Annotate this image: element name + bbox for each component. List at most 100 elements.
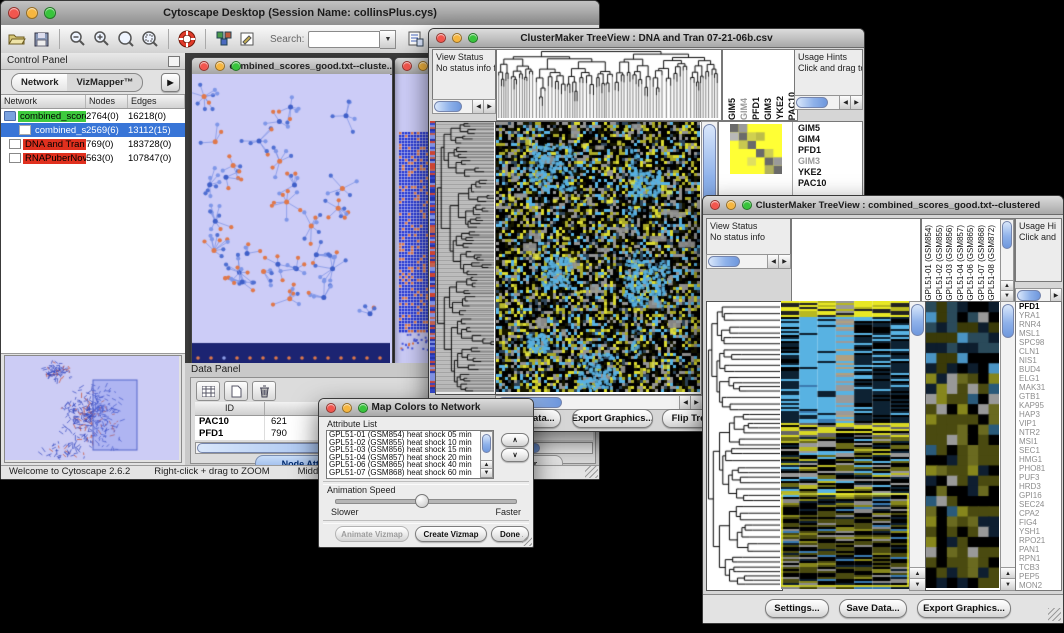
row-dendrogram-panel[interactable] bbox=[706, 301, 783, 591]
column-label[interactable]: GIM3 bbox=[763, 98, 774, 120]
minimize-icon[interactable] bbox=[26, 7, 38, 19]
heatmap-panel[interactable] bbox=[781, 301, 909, 589]
network1-titlebar[interactable]: combined_scores_good.txt--cluste... bbox=[192, 58, 392, 75]
attribute-item[interactable]: GPL51-07 (GSM868) heat shock 60 min bbox=[327, 469, 493, 477]
scroll-right-icon[interactable]: ▶ bbox=[850, 96, 862, 109]
column-label[interactable]: GPL51-02 (GSM855) bbox=[935, 225, 946, 301]
select-attributes-icon[interactable] bbox=[196, 381, 220, 401]
treeview2-titlebar[interactable]: ClusterMaker TreeView : combined_scores_… bbox=[703, 196, 1063, 215]
column-label[interactable]: GPL51-01 (GSM854) bbox=[924, 225, 935, 301]
new-attribute-icon[interactable] bbox=[224, 381, 248, 401]
minimize-icon[interactable] bbox=[418, 61, 428, 71]
heatmap-vscrollbar[interactable]: ▲ ▼ bbox=[909, 301, 926, 591]
column-label[interactable]: GPL51-06 (GSM865) bbox=[966, 225, 977, 301]
column-label[interactable]: GPL51-07 (GSM868) bbox=[977, 225, 988, 301]
move-up-button[interactable]: ∧ bbox=[501, 433, 529, 447]
gene-label[interactable]: PUF3 bbox=[1016, 473, 1061, 482]
zoom-vscrollbar[interactable]: ▲ ▼ bbox=[1000, 301, 1016, 591]
main-titlebar[interactable]: Cytoscape Desktop (Session Name: collins… bbox=[1, 1, 599, 26]
gene-label[interactable]: YKE2 bbox=[798, 167, 826, 178]
row-dendrogram-panel[interactable] bbox=[435, 121, 497, 395]
resize-grip[interactable] bbox=[585, 465, 598, 478]
gene-label[interactable]: PFD1 bbox=[798, 145, 826, 156]
gene-label[interactable]: GIM3 bbox=[798, 156, 826, 167]
zoom-window-icon[interactable] bbox=[231, 61, 241, 71]
plugin-manager-icon[interactable] bbox=[212, 28, 236, 50]
gene-label[interactable]: PEP5 bbox=[1016, 572, 1061, 581]
view-status-hscrollbar[interactable]: ◀ ▶ bbox=[706, 254, 791, 269]
column-label[interactable]: YKE2 bbox=[775, 96, 786, 120]
gene-label[interactable]: YSH1 bbox=[1016, 527, 1061, 536]
annotation-icon[interactable] bbox=[236, 28, 260, 50]
close-icon[interactable] bbox=[436, 33, 446, 43]
scroll-right-icon[interactable]: ▶ bbox=[690, 396, 702, 409]
col-edges[interactable]: Edges bbox=[128, 95, 185, 108]
gene-label[interactable]: CLN1 bbox=[1016, 347, 1061, 356]
float-panel-icon[interactable] bbox=[168, 56, 180, 67]
minimize-icon[interactable] bbox=[726, 200, 736, 210]
network-list-item[interactable]: combined_scores 2764(0) 16218(0) bbox=[1, 109, 185, 123]
gene-label[interactable]: BUD4 bbox=[1016, 365, 1061, 374]
column-dendrogram-panel[interactable] bbox=[496, 49, 722, 121]
gene-label[interactable]: PFD1 bbox=[1016, 302, 1061, 311]
column-dendrogram-panel[interactable] bbox=[791, 218, 921, 303]
gene-label[interactable]: GPI16 bbox=[1016, 491, 1061, 500]
settings-button[interactable]: Settings... bbox=[765, 599, 829, 618]
minimize-icon[interactable] bbox=[452, 33, 462, 43]
gene-label[interactable]: NIS1 bbox=[1016, 356, 1061, 365]
scroll-down-icon[interactable]: ▼ bbox=[1001, 290, 1013, 301]
column-labels-vscrollbar[interactable]: ▲ ▼ bbox=[1000, 219, 1014, 302]
help-lifebuoy-icon[interactable] bbox=[175, 28, 199, 50]
gene-label[interactable]: VIP1 bbox=[1016, 419, 1061, 428]
col-network[interactable]: Network bbox=[1, 95, 86, 108]
zoom-window-icon[interactable] bbox=[44, 7, 56, 19]
export-graphics-button[interactable]: Export Graphics... bbox=[572, 409, 653, 428]
gene-label[interactable]: GIM5 bbox=[798, 123, 826, 134]
heatmap-panel[interactable] bbox=[495, 121, 703, 395]
network-list-item[interactable]: combined_sco 2569(6) 13112(15) bbox=[1, 123, 185, 137]
list-vscrollbar[interactable]: ▲ ▼ bbox=[480, 431, 493, 478]
delete-attribute-icon[interactable] bbox=[252, 381, 276, 401]
search-dropdown-icon[interactable]: ▼ bbox=[380, 30, 396, 49]
gene-label[interactable]: PHO81 bbox=[1016, 464, 1061, 473]
open-file-icon[interactable] bbox=[5, 28, 29, 50]
network-list-item[interactable]: RNAPuberNov2+ 563(0) 107847(0) bbox=[1, 151, 185, 165]
dialog-titlebar[interactable]: Map Colors to Network bbox=[319, 399, 533, 417]
gene-label[interactable]: GIM4 bbox=[798, 134, 826, 145]
gene-label[interactable]: MSL1 bbox=[1016, 329, 1061, 338]
zoom-selected-icon[interactable] bbox=[138, 28, 162, 50]
zoom-in-icon[interactable] bbox=[90, 28, 114, 50]
close-icon[interactable] bbox=[8, 7, 20, 19]
create-vizmap-button[interactable]: Create Vizmap bbox=[415, 526, 487, 542]
column-label[interactable]: GIM5 bbox=[727, 98, 738, 120]
gene-label[interactable]: MON2 bbox=[1016, 581, 1061, 590]
gene-label[interactable]: PAC10 bbox=[798, 178, 826, 189]
scroll-right-icon[interactable]: ▶ bbox=[483, 100, 495, 113]
save-data-button[interactable]: Save Data... bbox=[839, 599, 907, 618]
save-icon[interactable] bbox=[29, 28, 53, 50]
gene-label[interactable]: CPA2 bbox=[1016, 509, 1061, 518]
animate-vizmap-button[interactable]: Animate Vizmap bbox=[335, 526, 409, 542]
gene-label[interactable]: ELG1 bbox=[1016, 374, 1061, 383]
gene-label[interactable]: GTB1 bbox=[1016, 392, 1061, 401]
gene-label[interactable]: HMG1 bbox=[1016, 455, 1061, 464]
column-label[interactable]: PFD1 bbox=[751, 97, 762, 120]
zoom-window-icon[interactable] bbox=[742, 200, 752, 210]
zoom-fit-icon[interactable] bbox=[114, 28, 138, 50]
col-nodes[interactable]: Nodes bbox=[86, 95, 128, 108]
gene-label[interactable]: HAP3 bbox=[1016, 410, 1061, 419]
import-table-icon[interactable] bbox=[404, 28, 428, 50]
gene-label[interactable]: HRD3 bbox=[1016, 482, 1061, 491]
column-label[interactable]: GPL51-08 (GSM872) bbox=[987, 225, 998, 301]
tab-overflow-button[interactable]: ▶ bbox=[161, 73, 180, 92]
zoom-window-icon[interactable] bbox=[468, 33, 478, 43]
scroll-down-icon[interactable]: ▼ bbox=[1001, 578, 1015, 590]
gene-label[interactable]: YRA1 bbox=[1016, 311, 1061, 320]
zoom-heatmap-panel[interactable] bbox=[925, 301, 1002, 591]
view-status-hscrollbar[interactable]: ◀ ▶ bbox=[432, 99, 496, 114]
zoom-window-icon[interactable] bbox=[358, 403, 368, 413]
resize-grip[interactable] bbox=[1048, 608, 1061, 621]
col-id[interactable]: ID bbox=[195, 402, 265, 415]
gene-label[interactable]: SEC24 bbox=[1016, 500, 1061, 509]
slider-thumb[interactable] bbox=[415, 494, 429, 508]
